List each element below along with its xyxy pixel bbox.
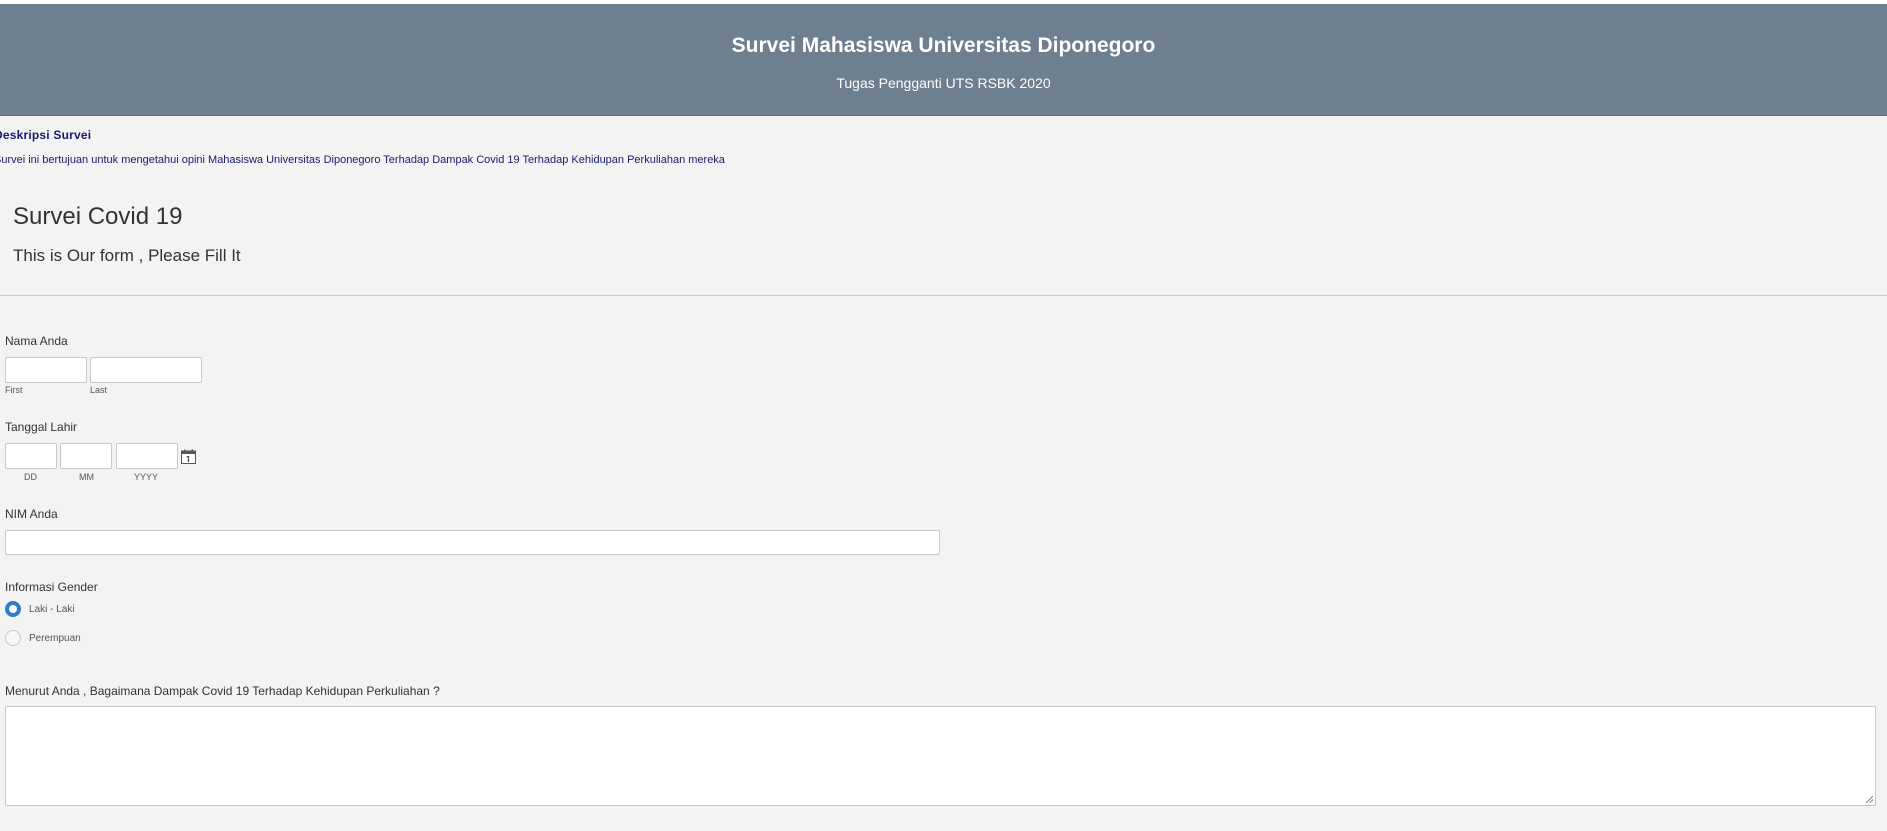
form-subtitle: This is Our form , Please Fill It [13,246,241,265]
gender-option-laki-label[interactable]: Laki - Laki [29,604,75,615]
birth-month-input[interactable] [60,443,112,469]
gender-radio-laki[interactable] [5,601,21,617]
impact-textarea[interactable] [5,706,1876,806]
impact-question-label: Menurut Anda , Bagaimana Dampak Covid 19… [5,684,440,698]
form-title: Survei Covid 19 [13,203,183,230]
first-name-sublabel: First [5,385,23,395]
last-name-input[interactable] [90,357,202,383]
form-divider [0,295,1887,296]
nim-input[interactable] [5,530,940,555]
last-name-sublabel: Last [90,385,108,395]
birth-year-input[interactable] [116,443,178,469]
description-title: Deskripsi Survei [0,128,92,142]
birth-day-input[interactable] [5,443,57,469]
name-label: Nama Anda [5,334,68,348]
page-header: Survei Mahasiswa Universitas Diponegoro … [0,4,1887,116]
resize-handle-icon[interactable] [1865,795,1873,803]
calendar-icon[interactable] [181,449,196,464]
birth-year-sublabel: YYYY [134,472,159,482]
gender-option-perempuan-label[interactable]: Perempuan [29,633,81,644]
header-title: Survei Mahasiswa Universitas Diponegoro [731,34,1156,57]
gender-label: Informasi Gender [5,580,98,594]
birthdate-label: Tanggal Lahir [5,420,78,434]
description-text: Survei ini bertujuan untuk mengetahui op… [0,154,725,166]
header-subtitle: Tugas Pengganti UTS RSBK 2020 [836,75,1051,91]
first-name-input[interactable] [5,357,87,383]
nim-label: NIM Anda [5,507,58,521]
birth-day-sublabel: DD [24,472,37,482]
birth-month-sublabel: MM [79,472,94,482]
gender-radio-perempuan[interactable] [5,630,21,646]
